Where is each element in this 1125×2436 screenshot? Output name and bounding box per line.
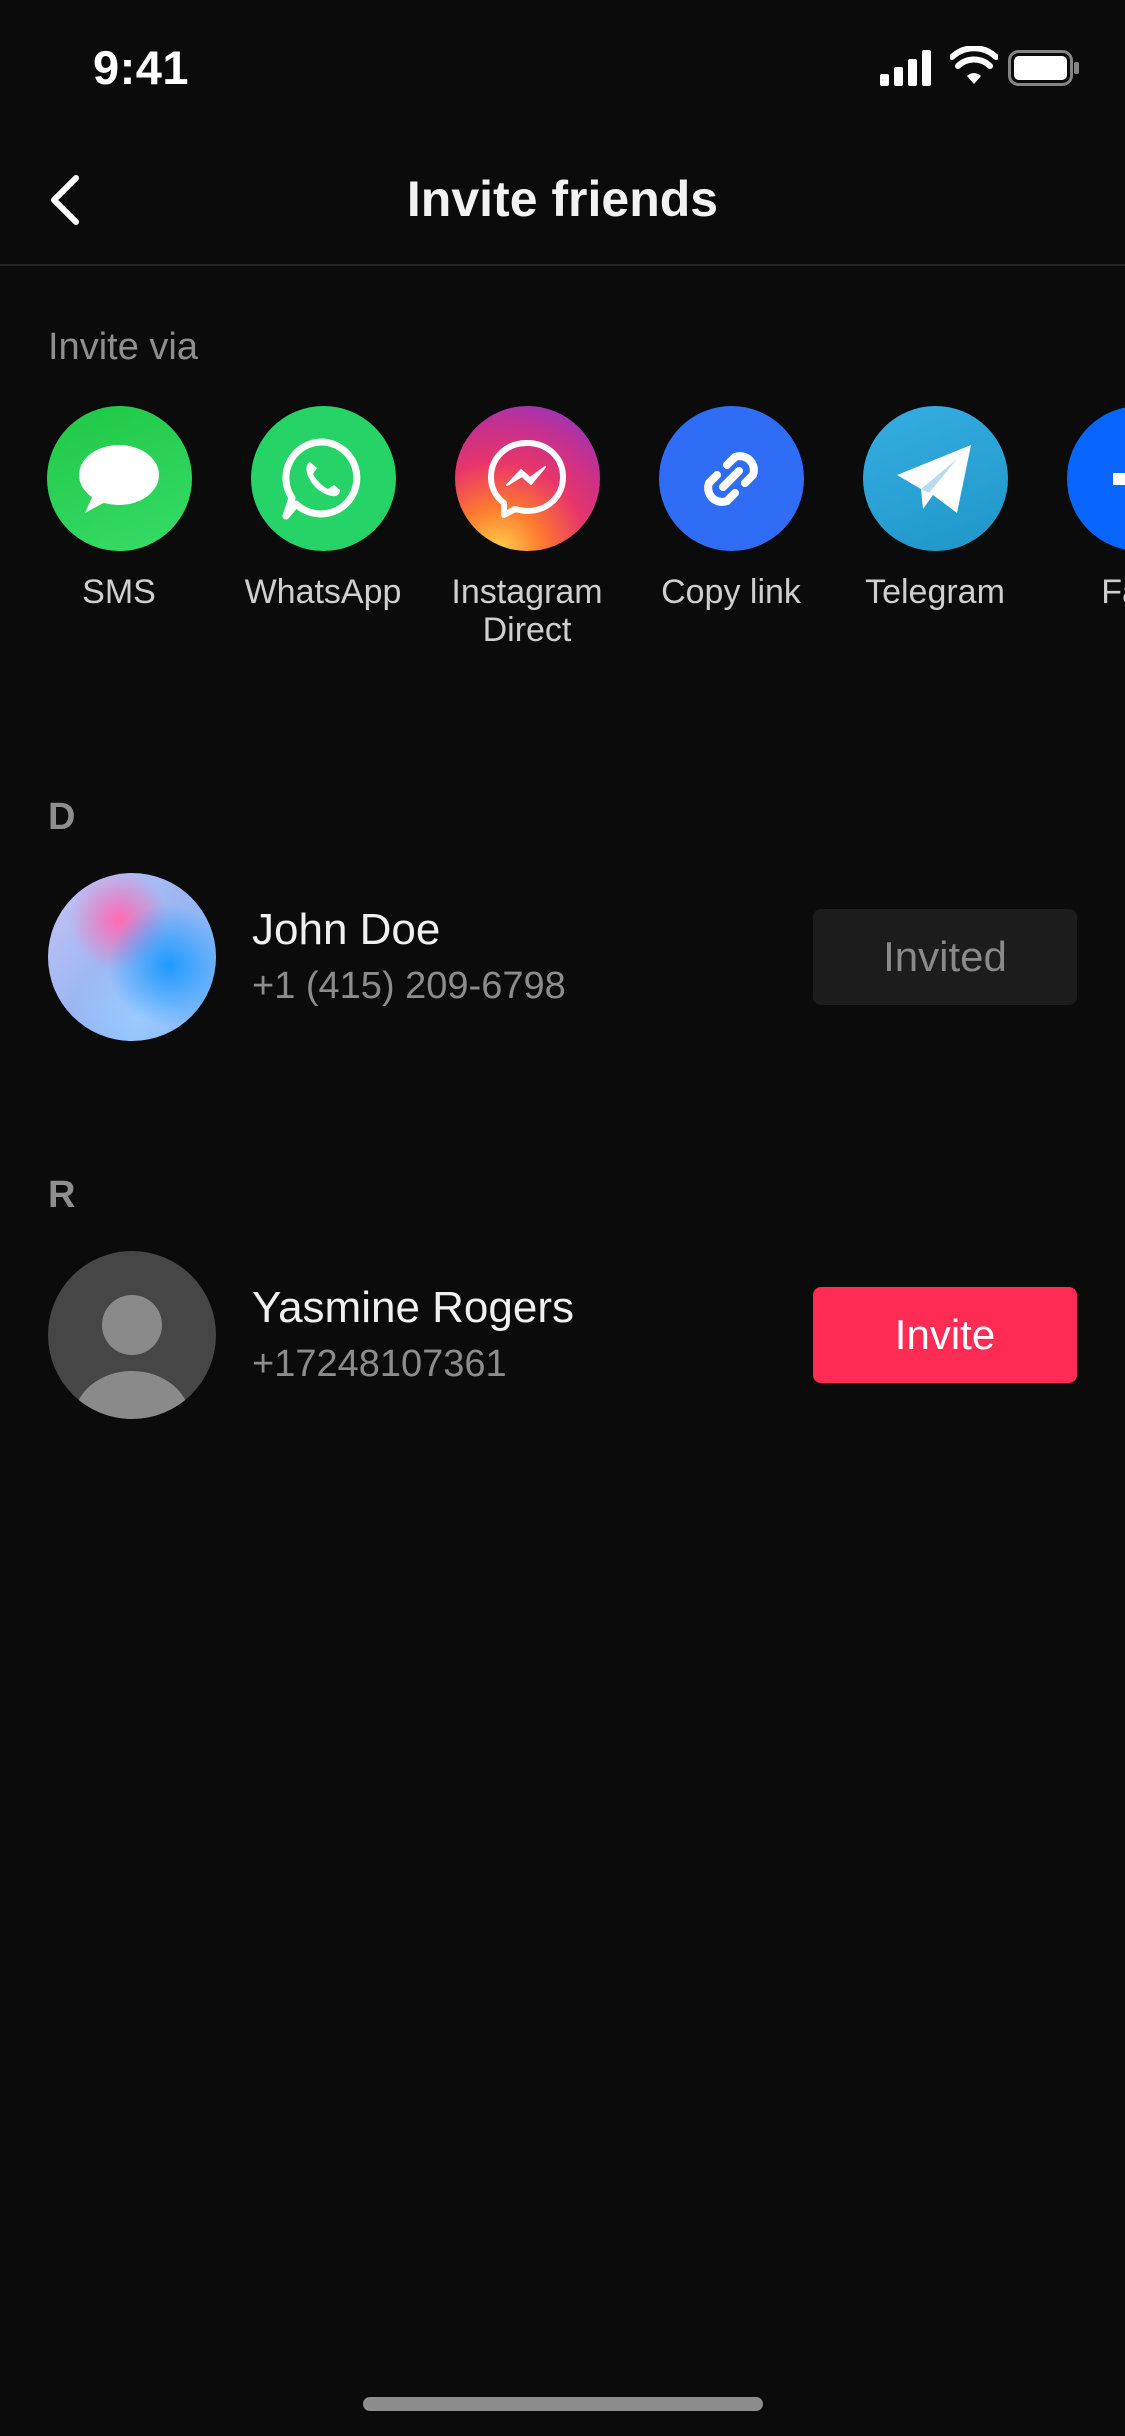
share-option-label: SMS — [82, 573, 156, 611]
contact-phone: +1 (415) 209-6798 — [252, 965, 566, 1007]
whatsapp-icon — [250, 406, 396, 551]
invited-button[interactable]: Invited — [813, 909, 1077, 1005]
invite-via-label: Invite via — [48, 326, 198, 368]
wifi-icon — [950, 46, 998, 84]
avatar — [48, 1251, 216, 1419]
share-option-instagram-direct[interactable]: Instagram Direct — [425, 406, 629, 649]
battery-icon — [1008, 50, 1079, 86]
share-options-row: SMS WhatsApp Instagram Direct Copy link … — [0, 406, 1125, 666]
chat-bubble-icon — [46, 406, 192, 551]
contact-row: John Doe +1 (415) 209-6798 Invited — [0, 873, 1125, 1043]
share-option-copy-link[interactable]: Copy link — [629, 406, 833, 611]
contact-name: Yasmine Rogers — [252, 1283, 574, 1332]
status-time: 9:41 — [93, 41, 190, 94]
contact-row: Yasmine Rogers +17248107361 Invite — [0, 1251, 1125, 1421]
status-bar: 9:41 — [0, 0, 1125, 140]
contact-phone: +17248107361 — [252, 1343, 507, 1385]
home-indicator — [363, 2397, 763, 2411]
section-letter-header: D — [48, 796, 76, 838]
share-option-label: Instagram Direct — [451, 573, 603, 649]
share-option-label: Telegram — [865, 573, 1005, 611]
telegram-icon — [862, 406, 1008, 551]
share-option-whatsapp[interactable]: WhatsApp — [221, 406, 425, 611]
messenger-icon — [454, 406, 600, 551]
share-option-label: Copy link — [661, 573, 801, 611]
avatar — [48, 873, 216, 1041]
nav-bar: Invite friends — [0, 140, 1125, 266]
link-icon — [658, 406, 804, 551]
share-option-telegram[interactable]: Telegram — [833, 406, 1037, 611]
facebook-icon — [1066, 406, 1125, 551]
cellular-signal-icon — [880, 50, 934, 86]
page-title: Invite friends — [406, 171, 719, 227]
share-option-sms[interactable]: SMS — [17, 406, 221, 611]
default-person-icon — [74, 1295, 190, 1419]
invite-button[interactable]: Invite — [813, 1287, 1077, 1383]
section-letter-header: R — [48, 1174, 76, 1216]
share-option-label: Face — [1101, 573, 1125, 611]
share-option-facebook[interactable]: Face — [1037, 406, 1125, 611]
share-option-label: WhatsApp — [244, 573, 402, 611]
contact-name: John Doe — [252, 905, 441, 954]
